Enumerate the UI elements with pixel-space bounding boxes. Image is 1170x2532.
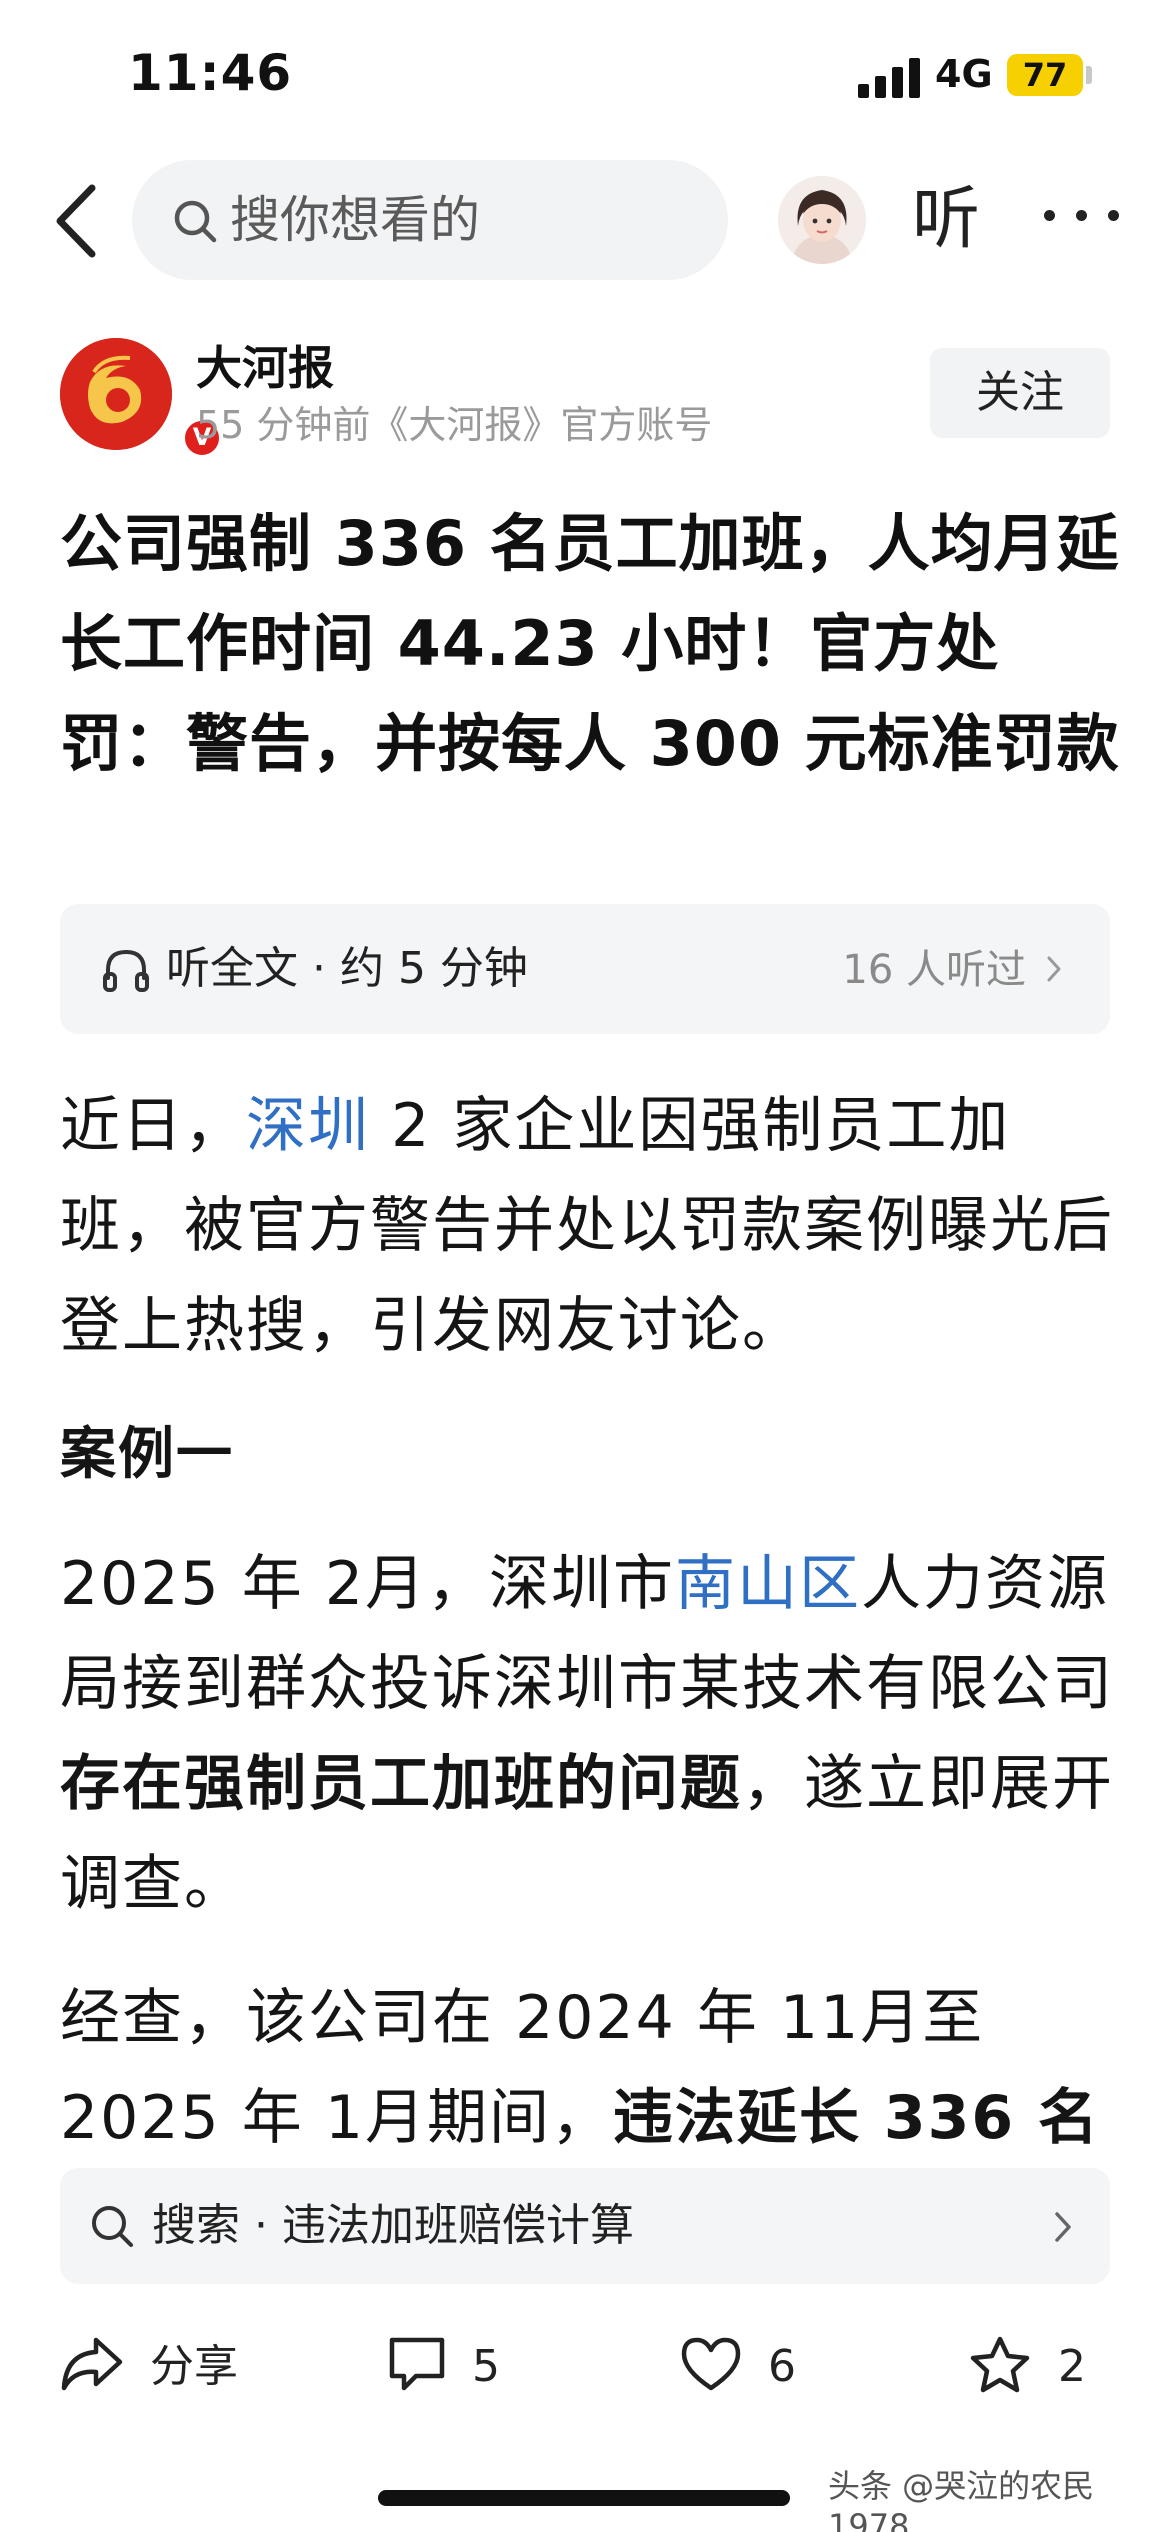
avatar-icon <box>778 176 866 264</box>
search-icon <box>174 200 217 243</box>
network-type: 4G <box>935 52 993 96</box>
author-meta: 55 分钟前《大河报》官方账号 <box>196 403 713 447</box>
favorite-button[interactable]: 2 <box>968 2300 1108 2430</box>
listen-button[interactable]: 听 <box>912 180 980 260</box>
more-button[interactable] <box>1040 196 1124 236</box>
comment-button[interactable]: 5 <box>386 2300 526 2430</box>
search-icon <box>92 2206 133 2247</box>
bold-text: 存在强制员工加班的问题 <box>60 1749 742 1819</box>
paragraph: 2025 年 2月，深圳市南山区人力资源局接到群众投诉深圳市某技术有限公司存在强… <box>60 1534 1120 1934</box>
action-bar: 分享 5 6 2 <box>0 2300 1170 2430</box>
status-time: 11:46 <box>128 44 293 102</box>
related-search-bar[interactable]: 搜索 · 违法加班赔偿计算 <box>60 2168 1110 2284</box>
chevron-right-icon <box>1055 2212 1071 2242</box>
back-button[interactable] <box>48 176 108 266</box>
section-title: 案例一 <box>60 1422 234 1487</box>
more-dot-icon <box>1044 210 1055 221</box>
signal-icon <box>858 58 924 98</box>
like-button[interactable]: 6 <box>678 2300 818 2430</box>
chevron-left-icon <box>56 184 96 258</box>
assistant-avatar[interactable] <box>778 176 866 264</box>
status-bar: 11:46 4G 77 <box>0 0 1170 150</box>
like-count: 6 <box>768 2341 796 2392</box>
listen-full-text-card[interactable]: 听全文 · 约 5 分钟 16 人听过 <box>60 904 1110 1034</box>
comment-icon <box>389 2337 445 2391</box>
follow-button[interactable]: 关注 <box>930 348 1110 438</box>
nav-bar: 搜你想看的 听 <box>0 150 1170 290</box>
headphone-icon <box>103 949 149 992</box>
star-icon <box>970 2336 1030 2393</box>
more-dot-icon <box>1108 210 1119 221</box>
heart-icon <box>681 2337 741 2391</box>
location-link[interactable]: 深圳 <box>246 1091 370 1161</box>
article-body: 近日，深圳 2 家企业因强制员工加班，被官方警告并处以罚款案例曝光后登上热搜，引… <box>60 1076 1120 2302</box>
search-input[interactable]: 搜你想看的 <box>132 160 728 280</box>
favorite-count: 2 <box>1058 2341 1086 2392</box>
home-indicator <box>378 2490 790 2506</box>
location-link[interactable]: 南山区 <box>675 1549 861 1619</box>
author-row: V 大河报 55 分钟前《大河报》官方账号 关注 <box>0 330 1170 460</box>
battery-tip <box>1086 66 1092 84</box>
watermark: 头条 @哭泣的农民1978 <box>828 2467 1095 2532</box>
author-logo[interactable]: V <box>60 338 222 458</box>
share-icon <box>61 2337 123 2391</box>
listen-count: 16 人听过 <box>842 947 1026 993</box>
more-dot-icon <box>1076 210 1087 221</box>
comment-count: 5 <box>472 2341 500 2392</box>
author-name[interactable]: 大河报 <box>196 340 334 396</box>
article-headline: 公司强制 336 名员工加班，人均月延长工作时间 44.23 小时！官方处罚：警… <box>60 507 1120 780</box>
dahe-logo-icon <box>60 338 172 450</box>
battery-icon: 77 <box>1007 54 1083 96</box>
share-button[interactable]: 分享 <box>60 2300 260 2430</box>
listen-full-text-label: 听全文 · 约 5 分钟 <box>166 943 528 994</box>
chevron-right-icon <box>1047 956 1061 982</box>
text-span: 2025 年 2月，深圳市 <box>60 1549 676 1619</box>
share-label: 分享 <box>150 2341 238 2392</box>
text-span: 近日， <box>60 1091 246 1161</box>
paragraph: 近日，深圳 2 家企业因强制员工加班，被官方警告并处以罚款案例曝光后登上热搜，引… <box>60 1076 1120 1376</box>
related-search-text: 搜索 · 违法加班赔偿计算 <box>152 2200 634 2251</box>
search-placeholder: 搜你想看的 <box>230 191 480 249</box>
